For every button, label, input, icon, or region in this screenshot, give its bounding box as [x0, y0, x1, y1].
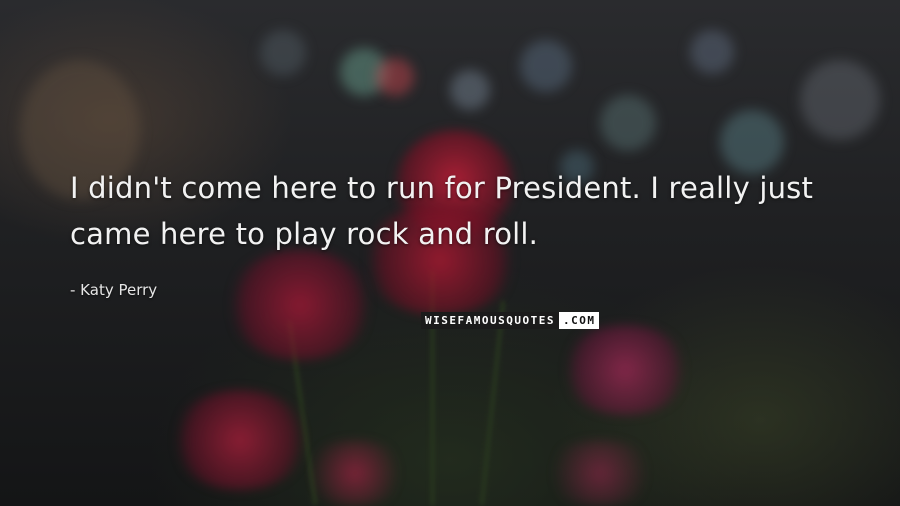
rose [170, 390, 310, 490]
bokeh-light [600, 95, 656, 151]
quote-image: I didn't come here to run for President.… [0, 0, 900, 506]
site-watermark: WISEFAMOUSQUOTES .COM [421, 312, 600, 329]
quote-text: I didn't come here to run for President.… [70, 165, 860, 257]
quote-line-2: came here to play rock and roll. [70, 217, 539, 251]
bokeh-light [450, 70, 490, 110]
quote-line-1: I didn't come here to run for President.… [70, 171, 814, 205]
bokeh-light [690, 30, 734, 74]
rose [540, 440, 660, 506]
rose [225, 250, 375, 360]
rose [300, 440, 410, 506]
rose-stem [479, 300, 506, 506]
quote-author: - Katy Perry [70, 281, 158, 299]
watermark-name: WISEFAMOUSQUOTES [421, 312, 559, 329]
bokeh-light [260, 30, 306, 76]
rose [560, 325, 690, 415]
bokeh-light [520, 40, 572, 92]
bokeh-light [800, 60, 880, 140]
watermark-domain: .COM [558, 312, 600, 329]
bokeh-light [376, 58, 414, 96]
